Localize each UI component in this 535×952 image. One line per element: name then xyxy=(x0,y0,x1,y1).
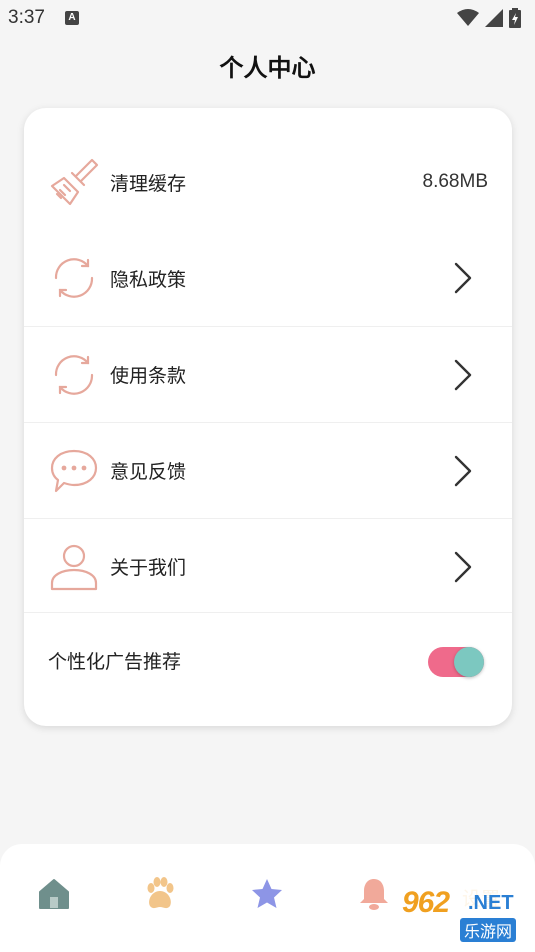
privacy-policy-row[interactable]: 隐私政策 xyxy=(24,230,512,326)
chevron-right-icon xyxy=(454,455,472,487)
status-bar: 3:37 A xyxy=(0,0,535,36)
tab-bell[interactable] xyxy=(354,874,394,914)
notification-a-icon: A xyxy=(64,11,79,25)
settings-card: 清理缓存 8.68MB 隐私政策 使用条款 意见反馈 关于我们 个性化广告推荐 xyxy=(24,108,512,726)
cache-size-value: 8.68MB xyxy=(422,171,488,192)
broom-icon xyxy=(50,158,99,206)
star-icon xyxy=(252,879,282,908)
status-icons xyxy=(457,8,521,28)
tab-star[interactable] xyxy=(247,874,287,914)
bell-icon xyxy=(360,879,388,910)
home-icon xyxy=(39,879,69,909)
chevron-right-icon xyxy=(454,262,472,294)
clear-cache-label: 清理缓存 xyxy=(110,173,187,195)
refresh-icon xyxy=(54,355,94,395)
watermark-logo: 962 .NET 乐游网 xyxy=(398,884,528,946)
battery-icon xyxy=(509,8,521,28)
refresh-icon xyxy=(54,258,94,298)
terms-of-use-row[interactable]: 使用条款 xyxy=(24,326,512,422)
tab-home[interactable] xyxy=(34,874,74,914)
about-us-row[interactable]: 关于我们 xyxy=(24,518,512,614)
feedback-label: 意见反馈 xyxy=(110,462,187,483)
chevron-right-icon xyxy=(454,551,472,583)
page-title: 个人中心 xyxy=(219,55,316,82)
watermark-main: 962 xyxy=(402,886,450,919)
wifi-icon xyxy=(457,9,479,26)
toggle-knob xyxy=(454,647,484,677)
feedback-row[interactable]: 意见反馈 xyxy=(24,422,512,518)
privacy-policy-label: 隐私政策 xyxy=(110,269,187,291)
watermark-net: .NET xyxy=(468,892,514,914)
personalized-ad-toggle[interactable] xyxy=(428,647,484,677)
personalized-ad-row: 个性化广告推荐 xyxy=(24,612,512,708)
status-time: 3:37 xyxy=(8,7,45,28)
watermark-sub: 乐游网 xyxy=(460,918,517,942)
tab-paw[interactable] xyxy=(140,874,180,914)
clear-cache-row[interactable]: 清理缓存 8.68MB xyxy=(24,134,512,230)
signal-icon xyxy=(485,9,503,27)
chevron-right-icon xyxy=(454,359,472,391)
user-icon xyxy=(50,544,98,591)
about-us-label: 关于我们 xyxy=(110,558,187,579)
terms-of-use-label: 使用条款 xyxy=(110,366,187,387)
paw-icon xyxy=(147,877,174,909)
personalized-ad-label: 个性化广告推荐 xyxy=(48,652,182,673)
chat-bubble-icon xyxy=(50,449,98,493)
